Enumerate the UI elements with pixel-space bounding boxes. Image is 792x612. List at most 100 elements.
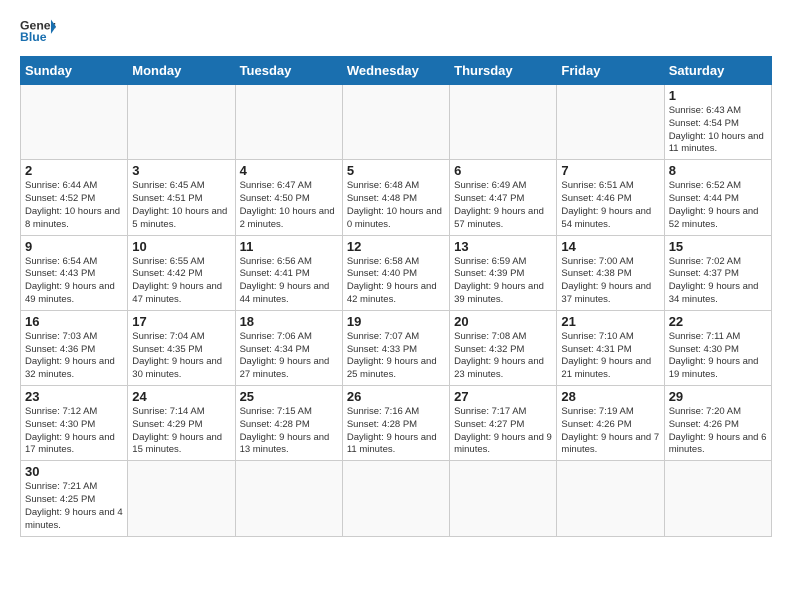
day-info: Sunrise: 6:43 AM Sunset: 4:54 PM Dayligh… [669, 105, 767, 156]
calendar-cell: 10Sunrise: 6:55 AM Sunset: 4:42 PM Dayli… [128, 235, 235, 310]
calendar-cell: 14Sunrise: 7:00 AM Sunset: 4:38 PM Dayli… [557, 235, 664, 310]
calendar-body: 1 Sunrise: 6:43 AM Sunset: 4:54 PM Daylig… [21, 85, 772, 537]
calendar-cell: 4 Sunrise: 6:47 AM Sunset: 4:50 PM Daylig… [235, 160, 342, 235]
day-number: 10 [132, 239, 230, 254]
dow-tuesday: Tuesday [235, 57, 342, 85]
day-info: Sunrise: 7:14 AM Sunset: 4:29 PM Dayligh… [132, 406, 230, 457]
day-number: 27 [454, 389, 552, 404]
calendar-cell: 3 Sunrise: 6:45 AM Sunset: 4:51 PM Daylig… [128, 160, 235, 235]
page: General Blue SundayMondayTuesdayWednesda… [0, 0, 792, 612]
calendar-cell: 23Sunrise: 7:12 AM Sunset: 4:30 PM Dayli… [21, 386, 128, 461]
calendar-cell [342, 85, 449, 160]
calendar-cell: 22 Sunrise: 7:11 AM Sunset: 4:30 PM Dayli… [664, 310, 771, 385]
calendar-cell: 26 Sunrise: 7:16 AM Sunset: 4:28 PM Dayli… [342, 386, 449, 461]
day-info: Sunrise: 6:54 AM Sunset: 4:43 PM Dayligh… [25, 256, 123, 307]
day-info: Sunrise: 7:12 AM Sunset: 4:30 PM Dayligh… [25, 406, 123, 457]
week-row-6: 30 Sunrise: 7:21 AM Sunset: 4:25 PM Dayli… [21, 461, 772, 536]
day-info: Sunrise: 7:16 AM Sunset: 4:28 PM Dayligh… [347, 406, 445, 457]
week-row-3: 9 Sunrise: 6:54 AM Sunset: 4:43 PM Daylig… [21, 235, 772, 310]
calendar-cell: 25 Sunrise: 7:15 AM Sunset: 4:28 PM Dayli… [235, 386, 342, 461]
calendar-cell: 9 Sunrise: 6:54 AM Sunset: 4:43 PM Daylig… [21, 235, 128, 310]
day-number: 13 [454, 239, 552, 254]
day-info: Sunrise: 6:44 AM Sunset: 4:52 PM Dayligh… [25, 180, 123, 231]
calendar-cell [235, 85, 342, 160]
day-number: 8 [669, 163, 767, 178]
day-info: Sunrise: 7:19 AM Sunset: 4:26 PM Dayligh… [561, 406, 659, 457]
day-number: 19 [347, 314, 445, 329]
calendar-cell: 15Sunrise: 7:02 AM Sunset: 4:37 PM Dayli… [664, 235, 771, 310]
dow-friday: Friday [557, 57, 664, 85]
calendar-cell: 21Sunrise: 7:10 AM Sunset: 4:31 PM Dayli… [557, 310, 664, 385]
calendar-cell [557, 85, 664, 160]
day-info: Sunrise: 7:08 AM Sunset: 4:32 PM Dayligh… [454, 331, 552, 382]
day-info: Sunrise: 6:51 AM Sunset: 4:46 PM Dayligh… [561, 180, 659, 231]
calendar-cell: 28 Sunrise: 7:19 AM Sunset: 4:26 PM Dayli… [557, 386, 664, 461]
day-number: 2 [25, 163, 123, 178]
day-number: 15 [669, 239, 767, 254]
day-number: 22 [669, 314, 767, 329]
calendar-cell: 8 Sunrise: 6:52 AM Sunset: 4:44 PM Daylig… [664, 160, 771, 235]
day-number: 16 [25, 314, 123, 329]
day-number: 1 [669, 88, 767, 103]
day-info: Sunrise: 7:15 AM Sunset: 4:28 PM Dayligh… [240, 406, 338, 457]
day-number: 9 [25, 239, 123, 254]
dow-monday: Monday [128, 57, 235, 85]
calendar-cell [342, 461, 449, 536]
dow-thursday: Thursday [450, 57, 557, 85]
logo: General Blue [20, 16, 56, 46]
week-row-2: 2 Sunrise: 6:44 AM Sunset: 4:52 PM Daylig… [21, 160, 772, 235]
day-info: Sunrise: 7:20 AM Sunset: 4:26 PM Dayligh… [669, 406, 767, 457]
days-of-week-row: SundayMondayTuesdayWednesdayThursdayFrid… [21, 57, 772, 85]
calendar-cell [557, 461, 664, 536]
day-number: 20 [454, 314, 552, 329]
day-number: 17 [132, 314, 230, 329]
day-number: 28 [561, 389, 659, 404]
day-info: Sunrise: 7:11 AM Sunset: 4:30 PM Dayligh… [669, 331, 767, 382]
calendar-cell [21, 85, 128, 160]
day-info: Sunrise: 7:17 AM Sunset: 4:27 PM Dayligh… [454, 406, 552, 457]
svg-text:Blue: Blue [20, 30, 47, 44]
calendar-cell [128, 461, 235, 536]
day-number: 5 [347, 163, 445, 178]
day-number: 29 [669, 389, 767, 404]
day-info: Sunrise: 7:04 AM Sunset: 4:35 PM Dayligh… [132, 331, 230, 382]
day-info: Sunrise: 6:45 AM Sunset: 4:51 PM Dayligh… [132, 180, 230, 231]
calendar-cell [235, 461, 342, 536]
day-info: Sunrise: 6:47 AM Sunset: 4:50 PM Dayligh… [240, 180, 338, 231]
calendar-cell: 24Sunrise: 7:14 AM Sunset: 4:29 PM Dayli… [128, 386, 235, 461]
day-number: 4 [240, 163, 338, 178]
day-number: 12 [347, 239, 445, 254]
day-number: 3 [132, 163, 230, 178]
day-info: Sunrise: 6:48 AM Sunset: 4:48 PM Dayligh… [347, 180, 445, 231]
day-info: Sunrise: 7:03 AM Sunset: 4:36 PM Dayligh… [25, 331, 123, 382]
dow-saturday: Saturday [664, 57, 771, 85]
calendar-cell: 5 Sunrise: 6:48 AM Sunset: 4:48 PM Daylig… [342, 160, 449, 235]
dow-wednesday: Wednesday [342, 57, 449, 85]
day-number: 25 [240, 389, 338, 404]
calendar-cell: 16 Sunrise: 7:03 AM Sunset: 4:36 PM Dayli… [21, 310, 128, 385]
week-row-5: 23Sunrise: 7:12 AM Sunset: 4:30 PM Dayli… [21, 386, 772, 461]
day-info: Sunrise: 6:52 AM Sunset: 4:44 PM Dayligh… [669, 180, 767, 231]
day-info: Sunrise: 6:56 AM Sunset: 4:41 PM Dayligh… [240, 256, 338, 307]
generalblue-logo-icon: General Blue [20, 16, 56, 46]
day-info: Sunrise: 7:00 AM Sunset: 4:38 PM Dayligh… [561, 256, 659, 307]
day-number: 26 [347, 389, 445, 404]
calendar-table: SundayMondayTuesdayWednesdayThursdayFrid… [20, 56, 772, 537]
calendar-cell: 29 Sunrise: 7:20 AM Sunset: 4:26 PM Dayli… [664, 386, 771, 461]
day-number: 11 [240, 239, 338, 254]
header: General Blue [20, 16, 772, 46]
day-number: 21 [561, 314, 659, 329]
calendar-cell: 27 Sunrise: 7:17 AM Sunset: 4:27 PM Dayli… [450, 386, 557, 461]
day-number: 30 [25, 464, 123, 479]
day-number: 7 [561, 163, 659, 178]
day-info: Sunrise: 6:59 AM Sunset: 4:39 PM Dayligh… [454, 256, 552, 307]
day-info: Sunrise: 6:49 AM Sunset: 4:47 PM Dayligh… [454, 180, 552, 231]
calendar-cell: 12Sunrise: 6:58 AM Sunset: 4:40 PM Dayli… [342, 235, 449, 310]
day-info: Sunrise: 7:07 AM Sunset: 4:33 PM Dayligh… [347, 331, 445, 382]
day-info: Sunrise: 7:21 AM Sunset: 4:25 PM Dayligh… [25, 481, 123, 532]
calendar-cell: 19 Sunrise: 7:07 AM Sunset: 4:33 PM Dayli… [342, 310, 449, 385]
calendar-cell [450, 461, 557, 536]
calendar-cell [450, 85, 557, 160]
day-info: Sunrise: 7:06 AM Sunset: 4:34 PM Dayligh… [240, 331, 338, 382]
calendar-cell: 6Sunrise: 6:49 AM Sunset: 4:47 PM Daylig… [450, 160, 557, 235]
